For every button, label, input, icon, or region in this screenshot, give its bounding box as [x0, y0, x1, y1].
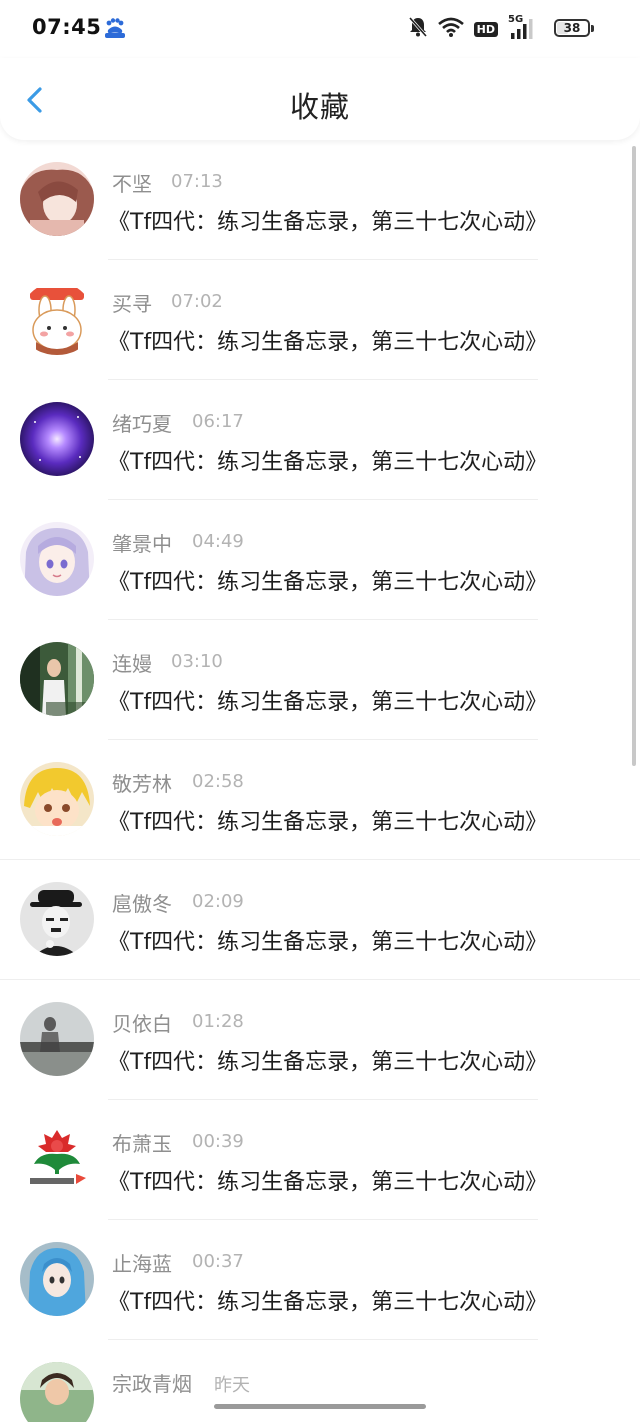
network-type-label: 5G: [508, 14, 524, 25]
list-item[interactable]: 布萧玉 00:39 《Tf四代：练习生备忘录，第三十七次心动》: [0, 1100, 640, 1220]
avatar: [20, 1362, 94, 1422]
list-item[interactable]: 扈傲冬 02:09 《Tf四代：练习生备忘录，第三十七次心动》: [0, 860, 640, 980]
item-title: 《Tf四代：练习生备忘录，第三十七次心动》: [108, 810, 548, 835]
page-title: 收藏: [289, 90, 350, 124]
item-author: 布萧玉: [112, 1132, 172, 1156]
avatar: [20, 762, 94, 836]
item-author: 不坚: [112, 172, 152, 196]
item-author: 连嫚: [112, 652, 152, 676]
baidu-app-icon: [104, 17, 126, 39]
list-item[interactable]: 贝依白 01:28 《Tf四代：练习生备忘录，第三十七次心动》: [0, 980, 640, 1100]
list-item[interactable]: 肇景中 04:49 《Tf四代：练习生备忘录，第三十七次心动》: [0, 500, 640, 620]
item-time: 07:13: [171, 171, 223, 192]
avatar: [20, 162, 94, 236]
item-time: 00:37: [192, 1251, 244, 1272]
item-title: 《Tf四代：练习生备忘录，第三十七次心动》: [108, 330, 548, 355]
item-author: 止海蓝: [112, 1252, 172, 1276]
scrollbar[interactable]: [632, 146, 636, 766]
home-indicator[interactable]: [214, 1404, 426, 1409]
list-item[interactable]: 买寻 07:02 《Tf四代：练习生备忘录，第三十七次心动》: [0, 260, 640, 380]
battery-indicator: 38: [554, 19, 594, 37]
cellular-signal-icon: 5G: [508, 14, 536, 41]
mute-bell-icon: [408, 16, 428, 42]
app-header: 收藏: [0, 58, 640, 140]
avatar: [20, 522, 94, 596]
item-title: 《Tf四代：练习生备忘录，第三十七次心动》: [108, 690, 548, 715]
avatar: [20, 1122, 94, 1196]
item-time: 04:49: [192, 531, 244, 552]
item-title: 《Tf四代：练习生备忘录，第三十七次心动》: [108, 930, 548, 955]
list-item[interactable]: 敬芳林 02:58 《Tf四代：练习生备忘录，第三十七次心动》: [0, 740, 640, 860]
item-title: 《Tf四代：练习生备忘录，第三十七次心动》: [108, 1050, 548, 1075]
item-title: 《Tf四代：练习生备忘录，第三十七次心动》: [108, 570, 548, 595]
item-time: 03:10: [171, 651, 223, 672]
avatar: [20, 1242, 94, 1316]
item-title: 《Tf四代：练习生备忘录，第三十七次心动》: [108, 1290, 548, 1315]
favorites-screen: 07:45 HD 5G 38 收藏 不坚 07:13 《Tf四代：练习生备忘录，…: [0, 0, 640, 1422]
item-title: 《Tf四代：练习生备忘录，第三十七次心动》: [108, 210, 548, 235]
avatar: [20, 282, 94, 356]
item-title: 《Tf四代：练习生备忘录，第三十七次心动》: [108, 450, 548, 475]
item-author: 贝依白: [112, 1012, 172, 1036]
item-author: 宗政青烟: [112, 1372, 192, 1396]
item-time: 01:28: [192, 1011, 244, 1032]
list-item[interactable]: 连嫚 03:10 《Tf四代：练习生备忘录，第三十七次心动》: [0, 620, 640, 740]
item-time: 02:58: [192, 771, 244, 792]
avatar: [20, 402, 94, 476]
avatar: [20, 882, 94, 956]
list-item[interactable]: 不坚 07:13 《Tf四代：练习生备忘录，第三十七次心动》: [0, 140, 640, 260]
item-author: 买寻: [112, 292, 152, 316]
avatar: [20, 1002, 94, 1076]
item-title: 《Tf四代：练习生备忘录，第三十七次心动》: [108, 1170, 548, 1195]
item-time: 06:17: [192, 411, 244, 432]
item-time: 00:39: [192, 1131, 244, 1152]
item-author: 绪巧夏: [112, 412, 172, 436]
favorites-list: 不坚 07:13 《Tf四代：练习生备忘录，第三十七次心动》 买寻 07:02 …: [0, 140, 640, 1422]
status-time: 07:45: [32, 15, 102, 39]
item-time: 昨天: [214, 1375, 250, 1396]
item-author: 扈傲冬: [112, 892, 172, 916]
item-time: 07:02: [171, 291, 223, 312]
avatar: [20, 642, 94, 716]
status-bar: 07:45 HD 5G 38: [0, 0, 640, 58]
list-item[interactable]: 宗政青烟 昨天: [0, 1340, 640, 1422]
wifi-icon: [437, 17, 464, 41]
battery-percent: 38: [563, 21, 581, 35]
hd-badge: HD: [473, 21, 498, 37]
list-item[interactable]: 绪巧夏 06:17 《Tf四代：练习生备忘录，第三十七次心动》: [0, 380, 640, 500]
item-time: 02:09: [192, 891, 244, 912]
item-author: 肇景中: [112, 532, 172, 556]
list-item[interactable]: 止海蓝 00:37 《Tf四代：练习生备忘录，第三十七次心动》: [0, 1220, 640, 1340]
item-author: 敬芳林: [112, 772, 172, 796]
